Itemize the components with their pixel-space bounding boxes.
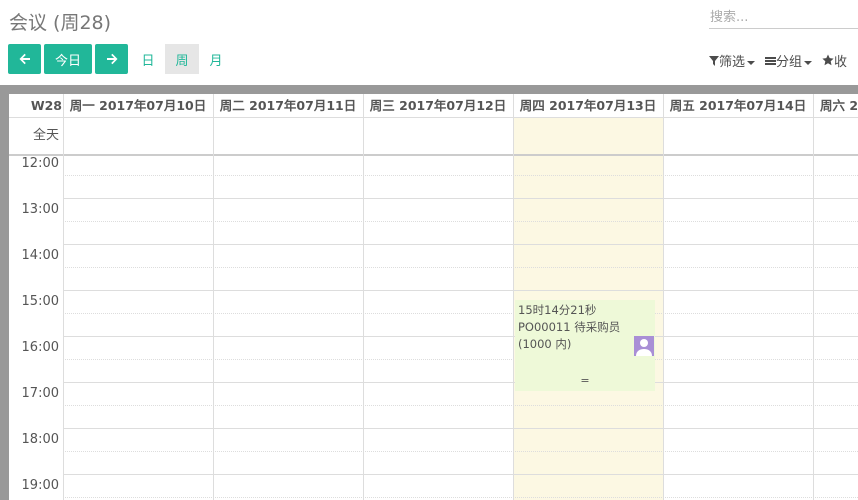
list-icon	[765, 57, 777, 65]
divider	[9, 117, 858, 118]
view-month-button[interactable]: 月	[199, 44, 233, 74]
divider	[363, 94, 364, 500]
divider	[63, 290, 858, 291]
view-week-button[interactable]: 周	[165, 44, 199, 74]
search-input[interactable]	[709, 6, 858, 29]
calendar-week-view: W28 周一 2017年07月10日 周二 2017年07月11日 周三 201…	[9, 94, 858, 500]
hour-label: 16:00	[21, 340, 59, 355]
hour-label: 19:00	[21, 478, 59, 493]
group-menu[interactable]: 分组	[765, 51, 813, 70]
divider	[63, 94, 64, 500]
prev-button[interactable]	[8, 44, 41, 74]
divider	[63, 428, 858, 429]
divider	[663, 94, 664, 500]
filter-menu[interactable]: 筛选	[709, 51, 756, 70]
divider	[63, 474, 858, 475]
event-resize-handle[interactable]: =	[515, 372, 655, 389]
avatar	[634, 336, 654, 356]
divider	[63, 382, 858, 383]
divider	[63, 244, 858, 245]
calendar-event[interactable]: 15时14分21秒 PO00011 待采购员(1000 内) =	[515, 300, 655, 391]
divider	[63, 405, 858, 406]
arrow-left-icon	[19, 53, 30, 65]
allday-label: 全天	[32, 128, 59, 143]
arrow-right-icon	[106, 53, 117, 65]
today-button[interactable]: 今日	[44, 44, 92, 74]
chevron-down-icon	[747, 60, 756, 65]
day-header[interactable]: 周二 2017年07月11日	[213, 94, 363, 117]
divider	[213, 94, 214, 500]
divider	[63, 221, 858, 222]
search-options: 筛选 分组 收	[709, 51, 847, 70]
divider	[63, 336, 858, 337]
chevron-down-icon	[804, 60, 813, 65]
favorites-label: 收	[834, 55, 848, 70]
hour-label: 18:00	[21, 432, 59, 447]
divider	[63, 451, 858, 452]
hour-label: 13:00	[21, 202, 59, 217]
divider	[63, 267, 858, 268]
divider	[63, 359, 858, 360]
favorites-menu[interactable]: 收	[822, 51, 847, 70]
divider	[63, 313, 858, 314]
group-label: 分组	[776, 55, 803, 70]
filter-icon	[709, 56, 719, 66]
week-number: W28	[30, 98, 62, 113]
day-header[interactable]: 周三 2017年07月12日	[363, 94, 513, 117]
hour-label: 14:00	[21, 248, 59, 263]
star-icon	[822, 54, 834, 66]
hour-label: 17:00	[21, 386, 59, 401]
divider	[813, 94, 814, 500]
divider	[63, 175, 858, 176]
divider	[9, 154, 858, 156]
hour-label: 12:00	[21, 156, 59, 171]
next-button[interactable]	[95, 44, 128, 74]
day-header[interactable]: 周五 2017年07月14日	[663, 94, 813, 117]
divider	[63, 497, 858, 498]
divider	[513, 94, 514, 500]
view-day-button[interactable]: 日	[131, 44, 165, 74]
filter-label: 筛选	[719, 55, 746, 70]
event-title: PO00011 待采购员(1000 内)	[518, 320, 621, 351]
user-icon	[636, 339, 652, 356]
hour-label: 15:00	[21, 294, 59, 309]
day-header[interactable]: 周一 2017年07月10日	[63, 94, 213, 117]
event-time: 15时14分21秒	[518, 303, 597, 317]
page-title: 会议 (周28)	[9, 12, 112, 34]
divider	[63, 198, 858, 199]
day-header[interactable]: 周四 2017年07月13日	[513, 94, 663, 117]
day-header[interactable]: 周六 2017年07月15日	[813, 94, 858, 117]
